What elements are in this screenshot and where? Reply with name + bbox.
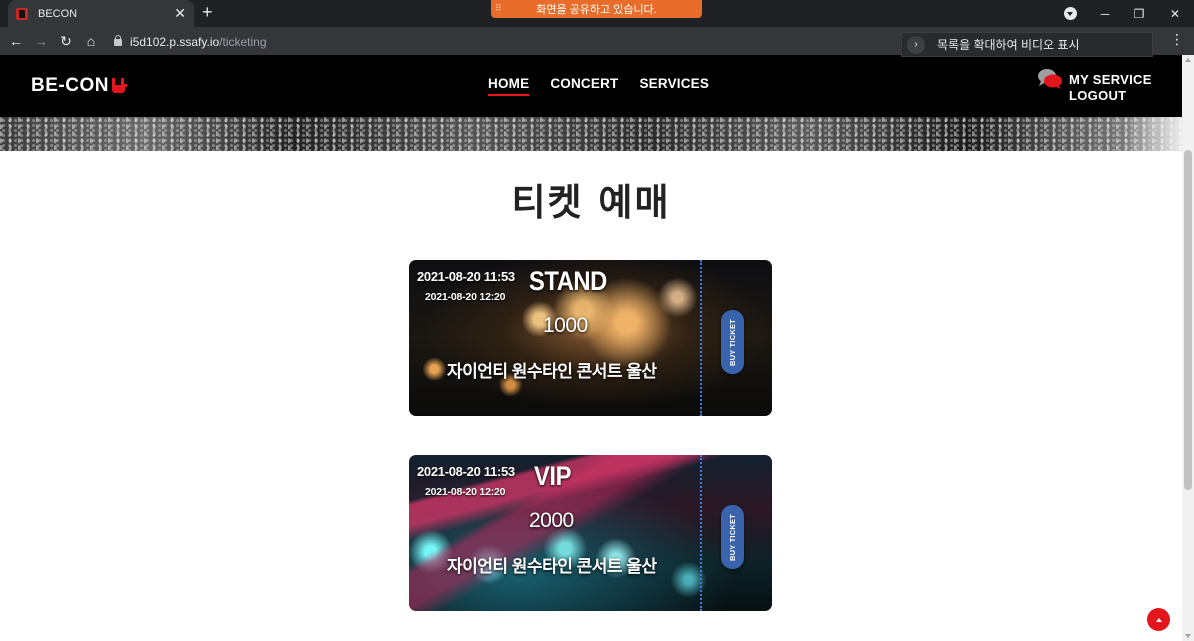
scrollbar-thumb[interactable] [1184, 150, 1192, 490]
restore-icon[interactable]: ❐ [1122, 0, 1156, 27]
url-path: /ticketing [219, 34, 267, 49]
ticket-card-stand[interactable]: 2021-08-20 11:53 2021-08-20 12:20 STAND … [409, 260, 772, 416]
my-service-link[interactable]: MY SERVICE [1069, 72, 1152, 88]
logo-text: BE-CON [31, 75, 109, 96]
buy-ticket-button[interactable]: BUY TICKET [721, 505, 744, 569]
logout-link[interactable]: LOGOUT [1069, 88, 1152, 104]
arrow-right-icon[interactable]: → [31, 31, 51, 51]
ticket-type: STAND [529, 266, 607, 296]
chevron-up-icon [1155, 617, 1162, 622]
tab-title: BECON [38, 7, 78, 20]
ticket-perforation [700, 260, 702, 416]
profile-menu-icon[interactable] [1064, 7, 1077, 20]
ticket-card-vip[interactable]: 2021-08-20 11:53 2021-08-20 12:20 VIP 20… [409, 455, 772, 611]
user-links: MY SERVICE LOGOUT [1069, 72, 1152, 104]
ticket-concert-name: 자이언티 원수타인 콘서트 울산 [447, 362, 657, 381]
nav-concert[interactable]: CONCERT [550, 76, 618, 91]
buy-ticket-button[interactable]: BUY TICKET [721, 310, 744, 374]
site-navbar: BE-CON HOME CONCERT SERVICES MY SERVICE … [0, 55, 1182, 117]
ticket-date-sub: 2021-08-20 12:20 [425, 291, 506, 303]
drag-handle-icon[interactable]: ⠿ [495, 3, 502, 14]
page-scrollbar[interactable] [1182, 55, 1194, 641]
ticket-date-sub: 2021-08-20 12:20 [425, 486, 506, 498]
share-banner-text: 화면을 공유하고 있습니다. [536, 4, 657, 16]
nav-home[interactable]: HOME [488, 76, 530, 96]
buy-ticket-label: BUY TICKET [728, 513, 737, 561]
nav-services[interactable]: SERVICES [639, 76, 709, 91]
close-icon[interactable]: ✕ [174, 5, 186, 22]
browser-tab[interactable]: BECON ✕ [8, 0, 194, 27]
scroll-down-icon[interactable] [1185, 634, 1191, 638]
arrow-left-icon[interactable]: ← [6, 31, 26, 51]
lock-icon [114, 35, 122, 46]
ticket-price: 2000 [529, 509, 574, 532]
scroll-to-top-button[interactable] [1147, 608, 1170, 631]
becon-favicon-icon [16, 7, 28, 20]
reload-icon[interactable]: ↻ [56, 31, 76, 51]
window-close-icon[interactable]: ✕ [1158, 0, 1192, 27]
plus-icon[interactable]: + [202, 2, 213, 23]
chat-icon[interactable] [1037, 68, 1063, 90]
rock-hand-icon [111, 78, 127, 94]
screen-share-banner[interactable]: ⠿ 화면을 공유하고 있습니다. [491, 0, 702, 18]
tooltip-text: 목록을 확대하여 비디오 표시 [937, 38, 1080, 52]
minimize-icon[interactable]: ─ [1088, 0, 1122, 27]
video-list-tooltip[interactable]: › 목록을 확대하여 비디오 표시 [901, 32, 1153, 57]
ticket-perforation [700, 455, 702, 611]
more-options-icon[interactable]: ⋮ [1170, 31, 1184, 48]
buy-ticket-label: BUY TICKET [728, 318, 737, 366]
ticket-type: VIP [534, 461, 571, 491]
ticket-date-main: 2021-08-20 11:53 [417, 464, 515, 479]
url-host: i5d102.p.ssafy.io [130, 34, 220, 49]
main-menu: HOME CONCERT SERVICES [488, 76, 709, 96]
chevron-right-icon[interactable]: › [907, 35, 925, 54]
ticket-concert-name: 자이언티 원수타인 콘서트 울산 [447, 557, 657, 576]
site-logo[interactable]: BE-CON [31, 75, 127, 97]
ticket-date-main: 2021-08-20 11:53 [417, 269, 515, 284]
hero-banner-image [0, 117, 1182, 151]
home-icon[interactable]: ⌂ [81, 31, 101, 51]
browser-tabbar: BECON ✕ + ⠿ 화면을 공유하고 있습니다. ─ ❐ ✕ [0, 0, 1194, 27]
scroll-up-icon[interactable] [1185, 58, 1191, 62]
page-title: 티켓 예매 [511, 181, 671, 224]
ticket-price: 1000 [543, 314, 588, 337]
